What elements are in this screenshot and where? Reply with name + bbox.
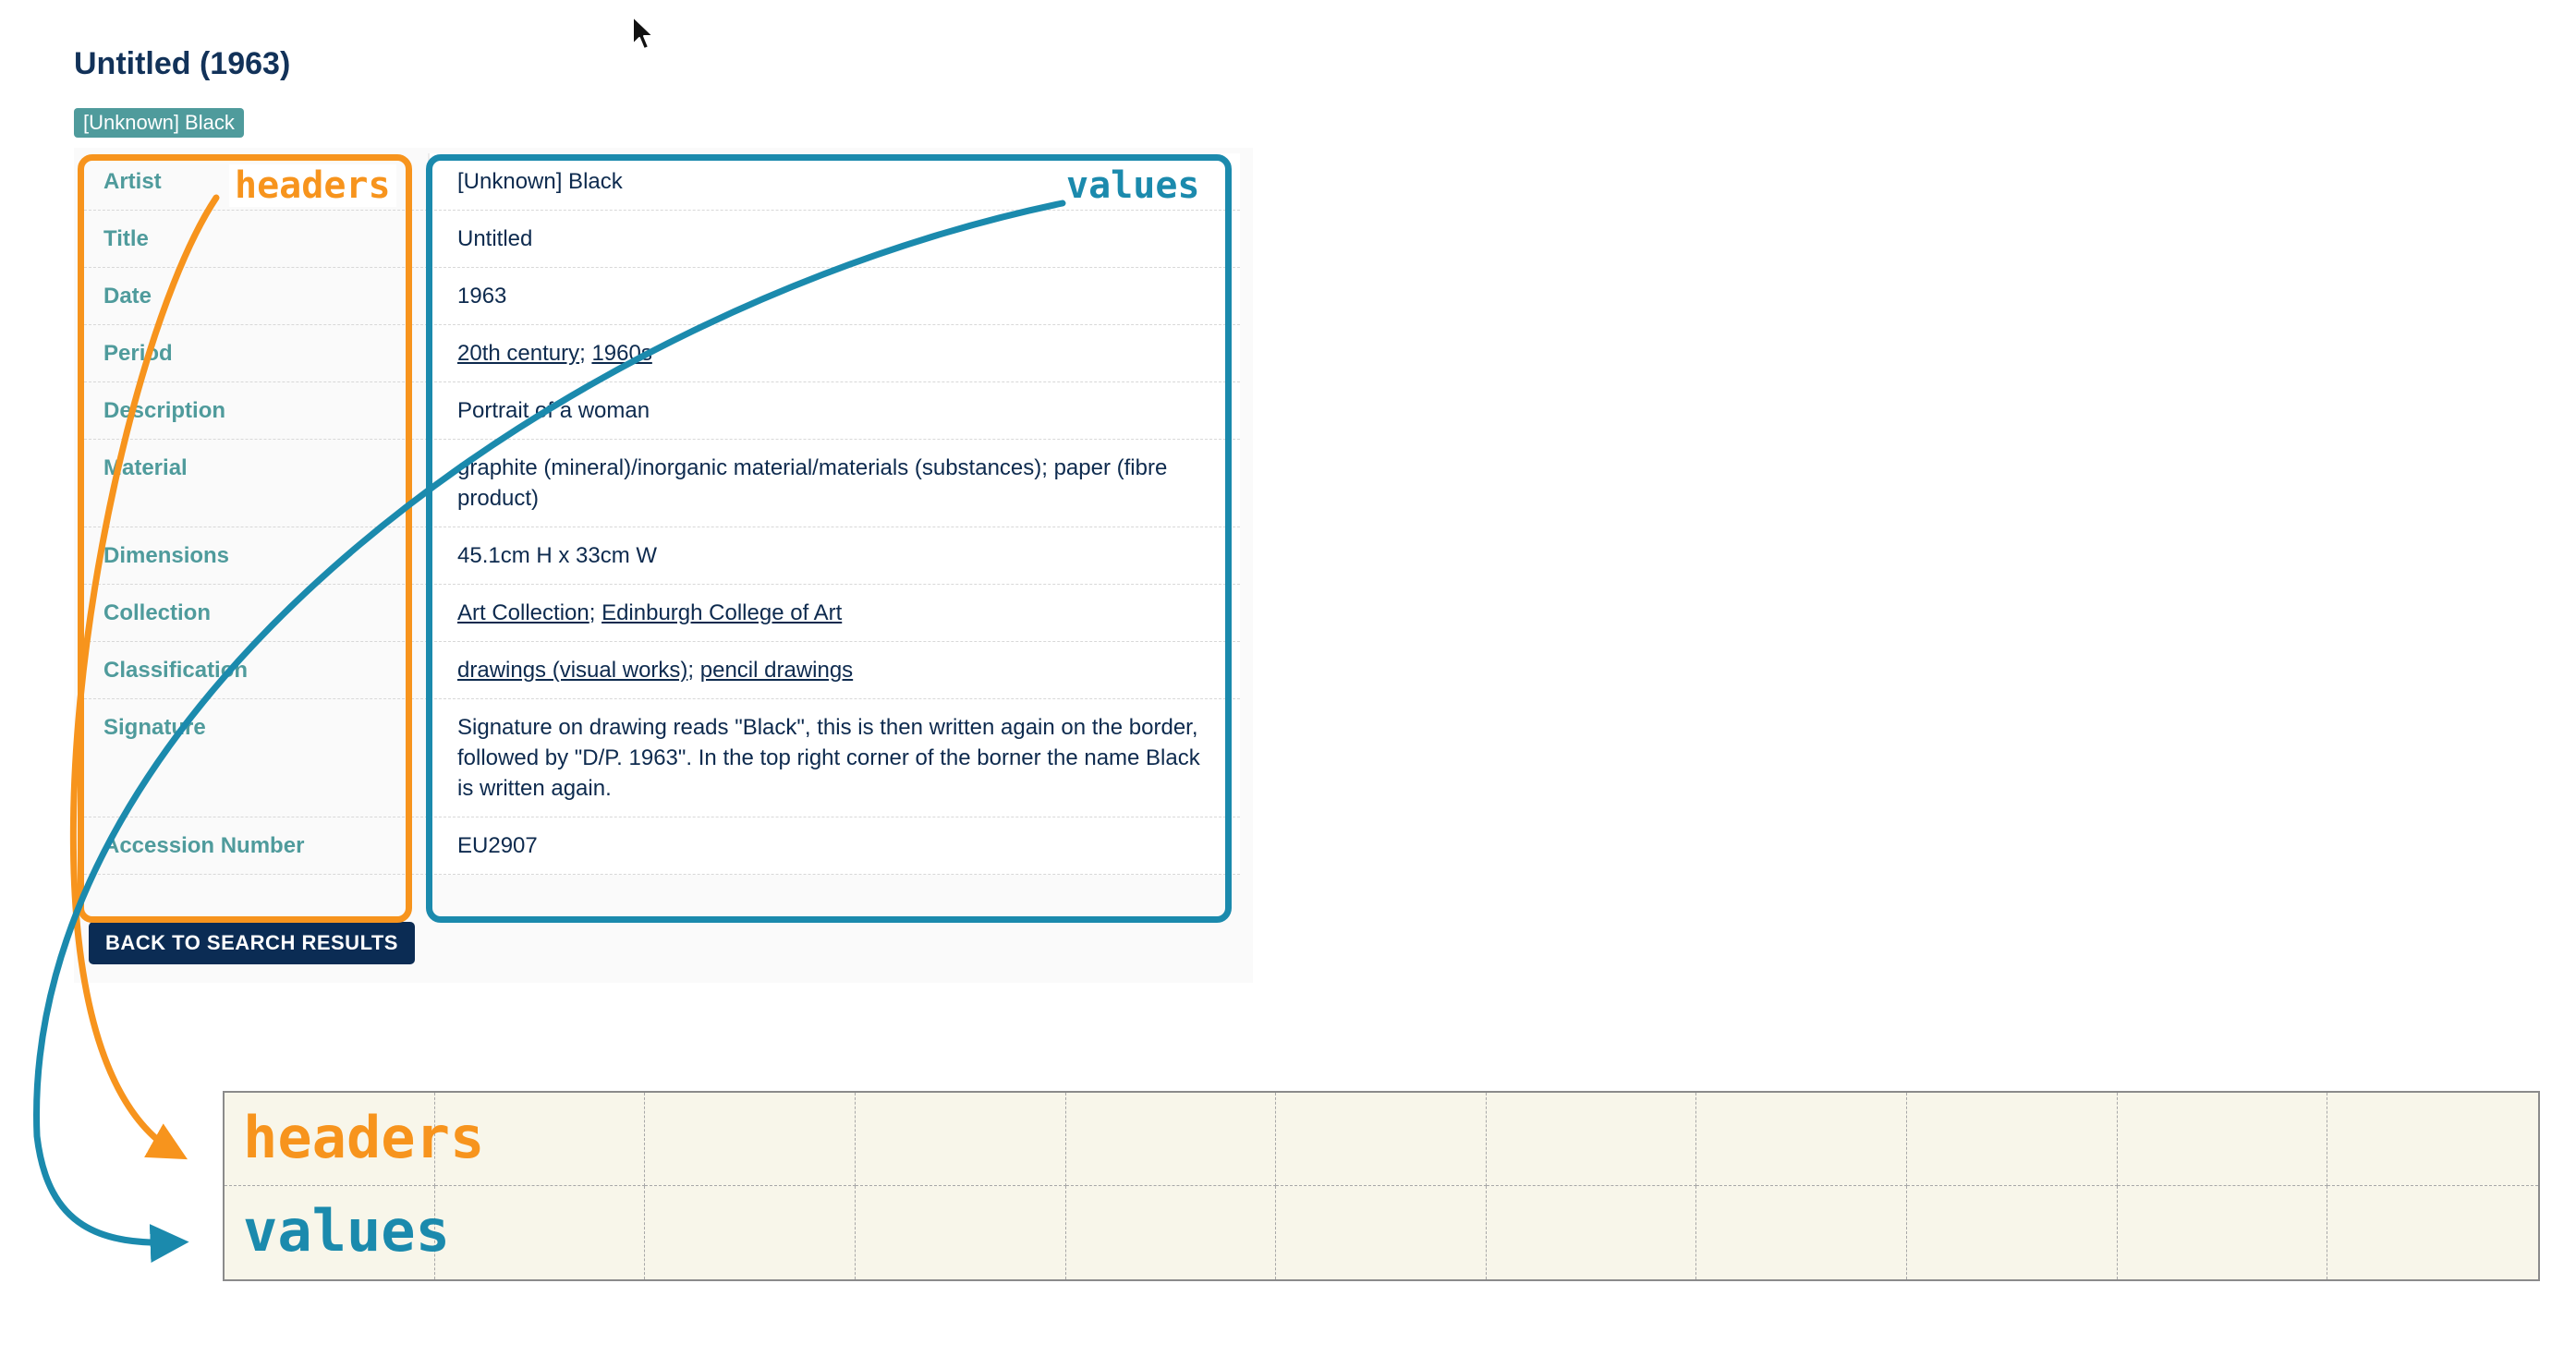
artist-tag[interactable]: [Unknown] Black xyxy=(74,108,244,138)
headers-highlight-box xyxy=(78,154,412,923)
grid-cell xyxy=(1276,1093,1487,1186)
values-highlight-box xyxy=(426,154,1232,923)
grid-cell xyxy=(1065,1093,1277,1186)
back-to-search-results-button[interactable]: BACK TO SEARCH RESULTS xyxy=(89,922,415,964)
grid-cell xyxy=(1907,1093,2118,1186)
grid-cell xyxy=(1487,1186,1697,1279)
grid-cell xyxy=(2118,1186,2328,1279)
grid-cell xyxy=(2327,1093,2538,1186)
grid-cell xyxy=(1486,1093,1697,1186)
target-grid: headers values xyxy=(223,1091,2540,1281)
values-annotation-label: values xyxy=(1061,164,1206,207)
grid-cell: headers xyxy=(225,1093,484,1186)
grid-cell xyxy=(2117,1093,2328,1186)
grid-cell xyxy=(856,1186,1066,1279)
grid-cell xyxy=(645,1093,856,1186)
headers-annotation-label: headers xyxy=(229,164,396,207)
grid-cell xyxy=(1907,1186,2118,1279)
grid-cell xyxy=(435,1186,646,1279)
grid-cell xyxy=(1696,1186,1908,1279)
grid-cell xyxy=(2327,1186,2538,1279)
grid-cell xyxy=(1066,1186,1277,1279)
grid-cell xyxy=(434,1093,646,1186)
grid-cell xyxy=(1696,1093,1908,1186)
grid-cell: values xyxy=(225,1186,450,1279)
grid-cell xyxy=(855,1093,1066,1186)
grid-cell xyxy=(1276,1186,1487,1279)
page-title: Untitled (1963) xyxy=(74,46,291,81)
grid-cell xyxy=(645,1186,856,1279)
mouse-cursor-icon xyxy=(632,16,654,50)
grid-values-label: values xyxy=(243,1197,450,1265)
